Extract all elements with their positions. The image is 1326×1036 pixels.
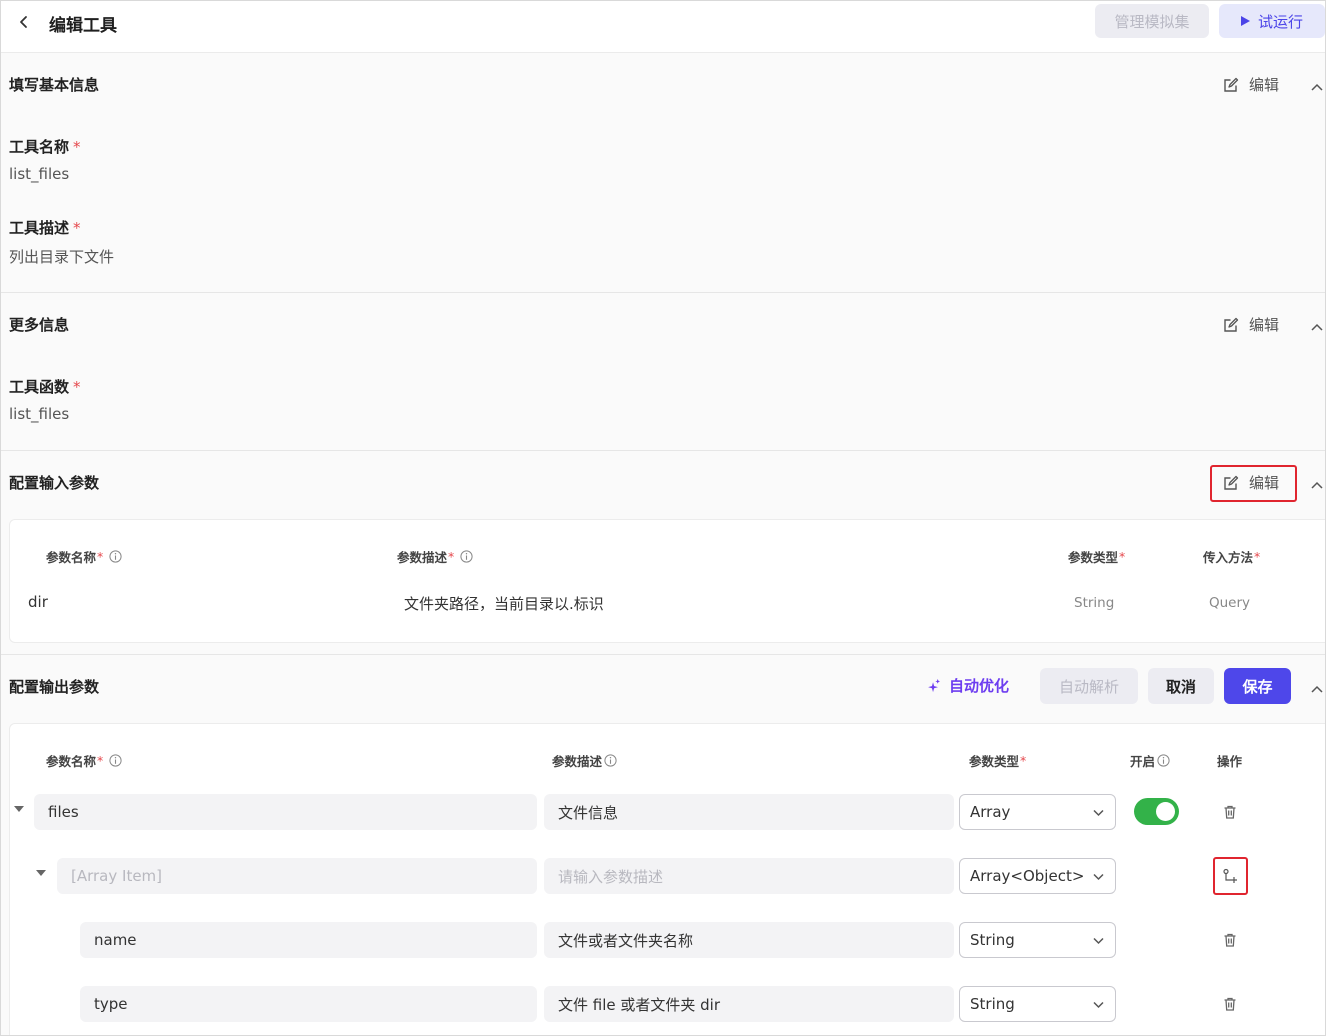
basic-info-title: 填写基本信息 bbox=[9, 76, 100, 94]
chevron-up-icon[interactable] bbox=[1310, 477, 1324, 491]
expand-caret-icon[interactable] bbox=[14, 806, 24, 812]
cancel-button[interactable]: 取消 bbox=[1148, 668, 1214, 704]
more-info-title: 更多信息 bbox=[9, 316, 70, 334]
tool-desc-label: 工具描述 * bbox=[9, 219, 81, 237]
input-param-name: dir bbox=[28, 593, 48, 611]
trash-icon[interactable] bbox=[1222, 932, 1238, 948]
add-child-param-icon[interactable] bbox=[1222, 868, 1238, 884]
basic-info-edit-button[interactable]: 编辑 bbox=[1223, 74, 1279, 95]
trial-run-button[interactable]: 试运行 bbox=[1219, 4, 1325, 38]
chevron-down-icon bbox=[1093, 1001, 1104, 1009]
divider bbox=[1, 450, 1325, 451]
edit-icon bbox=[1224, 77, 1239, 92]
type-select-value: Array<Object> bbox=[970, 867, 1085, 885]
expand-caret-icon[interactable] bbox=[36, 870, 46, 876]
tool-function-value: list_files bbox=[9, 405, 70, 423]
info-icon bbox=[109, 754, 122, 767]
trash-icon[interactable] bbox=[1222, 996, 1238, 1012]
trial-run-label: 试运行 bbox=[1257, 12, 1303, 31]
input-col-method: 传入方法 * bbox=[1203, 549, 1261, 565]
output-col-type: 参数类型 * bbox=[969, 753, 1027, 769]
input-params-edit-button[interactable]: 编辑 bbox=[1223, 472, 1279, 493]
child-param-desc-input[interactable]: 文件或者文件夹名称 bbox=[544, 922, 954, 958]
divider bbox=[1, 292, 1325, 293]
auto-optimize-button[interactable]: 自动优化 bbox=[926, 675, 1009, 696]
manage-mock-set-button[interactable]: 管理模拟集 bbox=[1095, 4, 1209, 38]
tool-desc-value: 列出目录下文件 bbox=[9, 248, 115, 266]
child-param-name-input[interactable]: type bbox=[80, 986, 537, 1022]
edit-icon bbox=[1224, 475, 1239, 490]
info-icon bbox=[460, 550, 473, 563]
type-select-value: Array bbox=[970, 803, 1011, 821]
toggle-knob bbox=[1156, 802, 1175, 821]
output-col-enable: 开启 bbox=[1130, 751, 1170, 770]
top-bar: 编辑工具 管理模拟集 试运行 bbox=[1, 1, 1325, 53]
output-param-name-input[interactable]: files bbox=[34, 794, 537, 830]
auto-optimize-label: 自动优化 bbox=[949, 677, 1010, 695]
chevron-up-icon[interactable] bbox=[1310, 681, 1324, 695]
input-col-name: 参数名称 * bbox=[46, 547, 122, 566]
output-col-desc: 参数描述 bbox=[552, 751, 617, 770]
tool-name-label: 工具名称 * bbox=[9, 138, 81, 156]
input-col-desc: 参数描述 * bbox=[397, 547, 473, 566]
output-params-title: 配置输出参数 bbox=[9, 678, 100, 696]
tool-function-label: 工具函数 * bbox=[9, 378, 81, 396]
input-param-desc: 文件夹路径，当前目录以.标识 bbox=[404, 595, 604, 613]
child-param-type-select[interactable]: String bbox=[959, 922, 1116, 958]
edit-label: 编辑 bbox=[1249, 76, 1280, 94]
input-params-title: 配置输入参数 bbox=[9, 474, 100, 492]
input-params-table bbox=[9, 519, 1325, 643]
edit-icon bbox=[1224, 317, 1239, 332]
divider bbox=[1, 654, 1325, 655]
sparkle-icon bbox=[928, 678, 941, 693]
input-param-type: String bbox=[1074, 595, 1115, 611]
trash-icon[interactable] bbox=[1222, 804, 1238, 820]
edit-label: 编辑 bbox=[1249, 316, 1280, 334]
info-icon bbox=[1157, 754, 1170, 767]
output-col-name: 参数名称 * bbox=[46, 751, 122, 770]
chevron-up-icon[interactable] bbox=[1310, 79, 1324, 93]
enable-toggle[interactable] bbox=[1134, 798, 1179, 825]
chevron-up-icon[interactable] bbox=[1310, 319, 1324, 333]
output-param-type-select[interactable]: Array bbox=[959, 794, 1116, 830]
auto-parse-button[interactable]: 自动解析 bbox=[1040, 668, 1138, 704]
type-select-value: String bbox=[970, 931, 1015, 949]
more-info-edit-button[interactable]: 编辑 bbox=[1223, 314, 1279, 335]
tool-name-value: list_files bbox=[9, 165, 70, 183]
array-item-name-input[interactable]: [Array Item] bbox=[57, 858, 537, 894]
play-icon bbox=[1240, 16, 1250, 26]
type-select-value: String bbox=[970, 995, 1015, 1013]
chevron-left-icon[interactable] bbox=[15, 13, 33, 31]
input-col-type: 参数类型 * bbox=[1068, 549, 1126, 565]
array-item-desc-input[interactable]: 请输入参数描述 bbox=[544, 858, 954, 894]
page-title: 编辑工具 bbox=[49, 16, 117, 36]
edit-tool-page: 编辑工具 管理模拟集 试运行 填写基本信息 编辑 工具名称 * list_file… bbox=[0, 0, 1326, 1036]
edit-label: 编辑 bbox=[1249, 474, 1280, 492]
chevron-down-icon bbox=[1093, 873, 1104, 881]
child-param-type-select[interactable]: String bbox=[959, 986, 1116, 1022]
save-button[interactable]: 保存 bbox=[1224, 668, 1291, 704]
chevron-down-icon bbox=[1093, 937, 1104, 945]
info-icon bbox=[604, 754, 617, 767]
output-col-ops: 操作 bbox=[1217, 754, 1243, 769]
chevron-down-icon bbox=[1093, 809, 1104, 817]
info-icon bbox=[109, 550, 122, 563]
child-param-desc-input[interactable]: 文件 file 或者文件夹 dir bbox=[544, 986, 954, 1022]
input-param-method: Query bbox=[1209, 595, 1251, 611]
array-item-type-select[interactable]: Array<Object> bbox=[959, 858, 1116, 894]
output-param-desc-input[interactable]: 文件信息 bbox=[544, 794, 954, 830]
child-param-name-input[interactable]: name bbox=[80, 922, 537, 958]
